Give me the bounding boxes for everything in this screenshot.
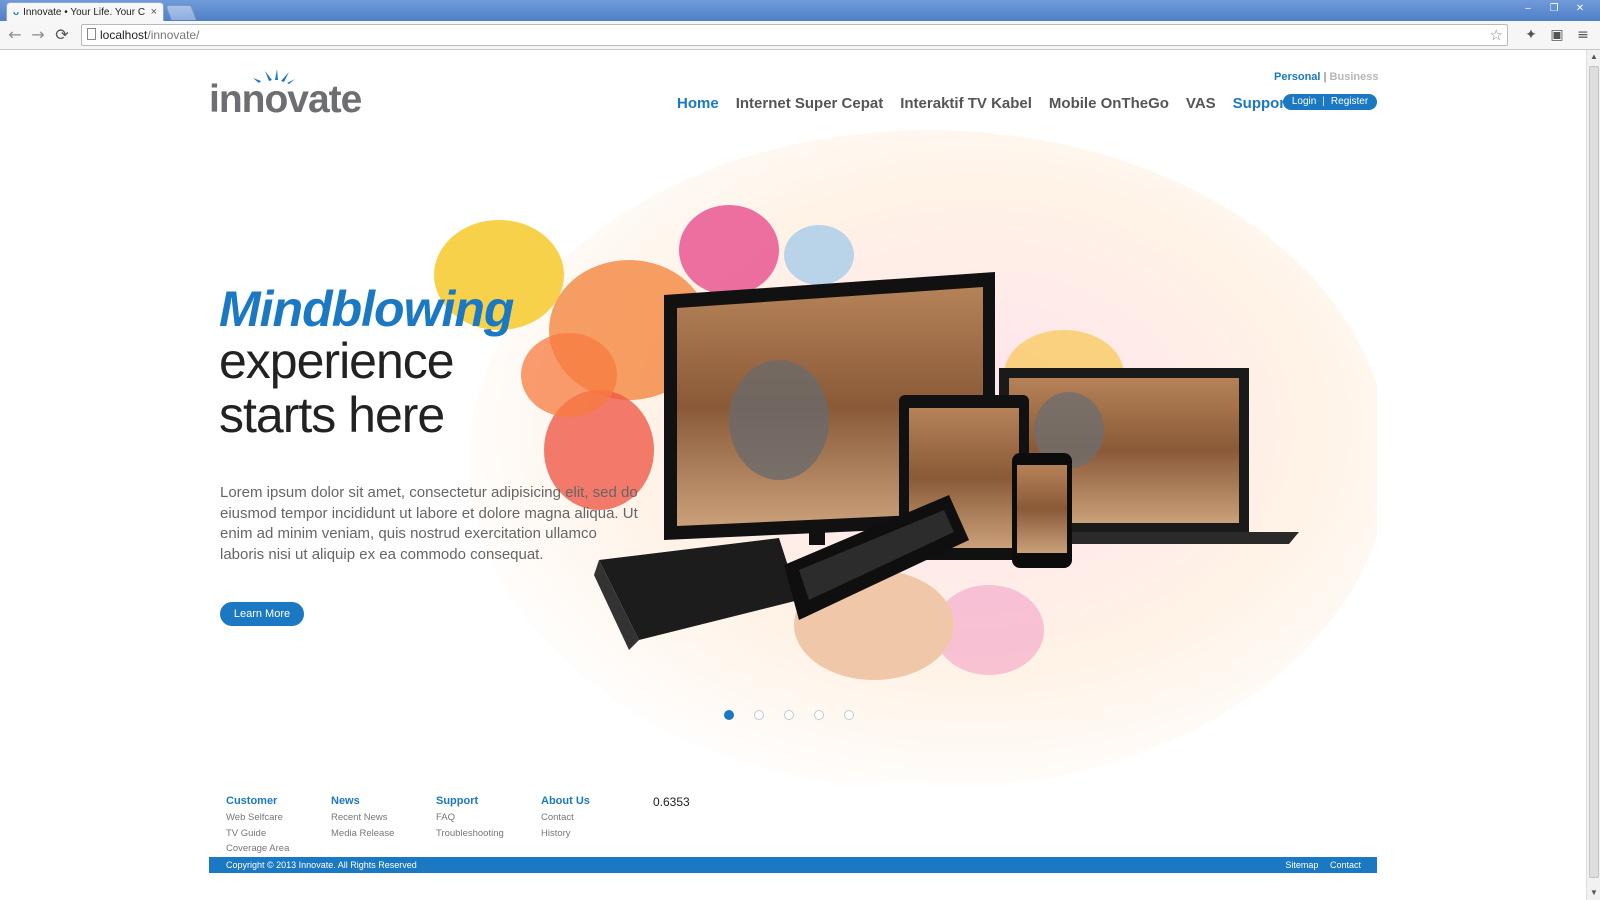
url-path: /innovate/ [147,28,200,42]
copyright-bar: Copyright © 2013 Innovate. All Rights Re… [209,857,1377,873]
minimize-icon[interactable]: ‒ [1516,2,1540,16]
hero-body: Lorem ipsum dolor sit amet, consectetur … [220,484,638,563]
footer-link[interactable]: Coverage Area [226,841,326,857]
hero-title-highlight: Mindblowing [219,281,514,337]
footer-col-about: About Us Contact History [541,795,641,841]
slider-dot[interactable] [844,710,854,720]
page: innovate Personal | Business Home Internet… [0,50,1586,900]
slider-dot[interactable] [754,710,764,720]
segment-switch: Personal | Business [1274,71,1378,83]
contact-link[interactable]: Contact [1330,860,1361,870]
innovate-logo[interactable]: innovate [209,68,362,121]
slider-dots [724,710,854,720]
scroll-up-icon[interactable]: ▲ [1589,52,1599,62]
extension-2-icon[interactable]: ▣ [1547,25,1567,45]
segment-personal-link[interactable]: Personal [1274,71,1320,83]
nav-vas[interactable]: VAS [1186,95,1216,112]
footer-link[interactable]: Media Release [331,826,431,842]
innovate-favicon-icon: ᴗ [13,6,20,18]
slider-dot[interactable] [784,710,794,720]
close-window-icon[interactable]: ✕ [1568,2,1592,16]
hero-title-line3: starts here [219,387,445,443]
register-link[interactable]: Register [1331,96,1368,107]
footer-link[interactable]: TV Guide [226,826,326,842]
copyright-text: Copyright © 2013 Innovate. All Rights Re… [226,860,417,870]
page-scrollbar[interactable]: ▲ ▼ [1586,50,1600,900]
back-icon[interactable]: ← [4,25,26,45]
extension-icon[interactable]: ✦ [1521,25,1541,45]
footer-link[interactable]: Contact [541,810,641,826]
logo-text: innovate [209,78,362,121]
browser-toolbar: ← → ⟳ localhost/innovate/ ☆ ✦ ▣ ≡ [0,21,1600,50]
footer-col-title[interactable]: About Us [541,795,641,807]
hero-devices-image [209,130,1377,782]
nav-internet[interactable]: Internet Super Cepat [736,95,884,112]
menu-icon[interactable]: ≡ [1573,25,1593,45]
hero-title-line2: experience [219,333,455,389]
nav-home[interactable]: Home [677,95,719,112]
footer-col-customer: Customer Web Selfcare TV Guide Coverage … [226,795,326,857]
footer-link[interactable]: FAQ [436,810,536,826]
footer-col-title[interactable]: Support [436,795,536,807]
page-icon [87,28,96,40]
scroll-down-icon[interactable]: ▼ [1589,888,1599,898]
nav-tv-kabel[interactable]: Interaktif TV Kabel [900,95,1032,112]
footer-col-title[interactable]: News [331,795,431,807]
new-tab-button[interactable] [165,5,197,20]
url-host: localhost [100,28,148,42]
segment-business-link[interactable]: Business [1330,71,1379,83]
footer-link[interactable]: Web Selfcare [226,810,326,826]
window-controls: ‒ ❐ ✕ [1516,2,1592,16]
learn-more-button[interactable]: Learn More [220,602,304,626]
browser-tab[interactable]: ᴗ Innovate • Your Life. Your C × [6,2,164,21]
main-nav: Home Internet Super Cepat Interaktif TV … [677,95,1290,112]
scroll-thumb[interactable] [1589,66,1599,878]
auth-separator: | [1322,96,1325,107]
hero-slider: Mindblowing experience starts here Lorem… [209,130,1377,782]
segment-separator: | [1323,71,1327,83]
slider-dot[interactable] [814,710,824,720]
footer-col-news: News Recent News Media Release [331,795,431,841]
footer-link[interactable]: Troubleshooting [436,826,536,842]
tab-close-icon[interactable]: × [151,6,157,18]
footer-col-title[interactable]: Customer [226,795,326,807]
footer-col-support: Support FAQ Troubleshooting [436,795,536,841]
tab-title: Innovate • Your Life. Your C [23,6,146,18]
sitemap-link[interactable]: Sitemap [1285,860,1318,870]
login-link[interactable]: Login [1292,96,1316,107]
browser-titlebar: ᴗ Innovate • Your Life. Your C × ‒ ❐ ✕ [0,0,1600,21]
copyright-links: Sitemap Contact [1276,857,1361,873]
slider-dot[interactable] [724,710,734,720]
auth-pill: Login | Register [1283,94,1377,110]
reload-icon[interactable]: ⟳ [51,25,73,45]
footer-number: 0.6353 [653,795,690,809]
forward-icon[interactable]: → [27,25,49,45]
restore-icon[interactable]: ❐ [1542,2,1566,16]
footer-link[interactable]: History [541,826,641,842]
address-bar[interactable]: localhost/innovate/ ☆ [81,24,1508,46]
nav-mobile[interactable]: Mobile OnTheGo [1049,95,1169,112]
bookmark-star-icon[interactable]: ☆ [1490,25,1503,45]
nav-support[interactable]: Support [1233,95,1291,112]
footer-link[interactable]: Recent News [331,810,431,826]
